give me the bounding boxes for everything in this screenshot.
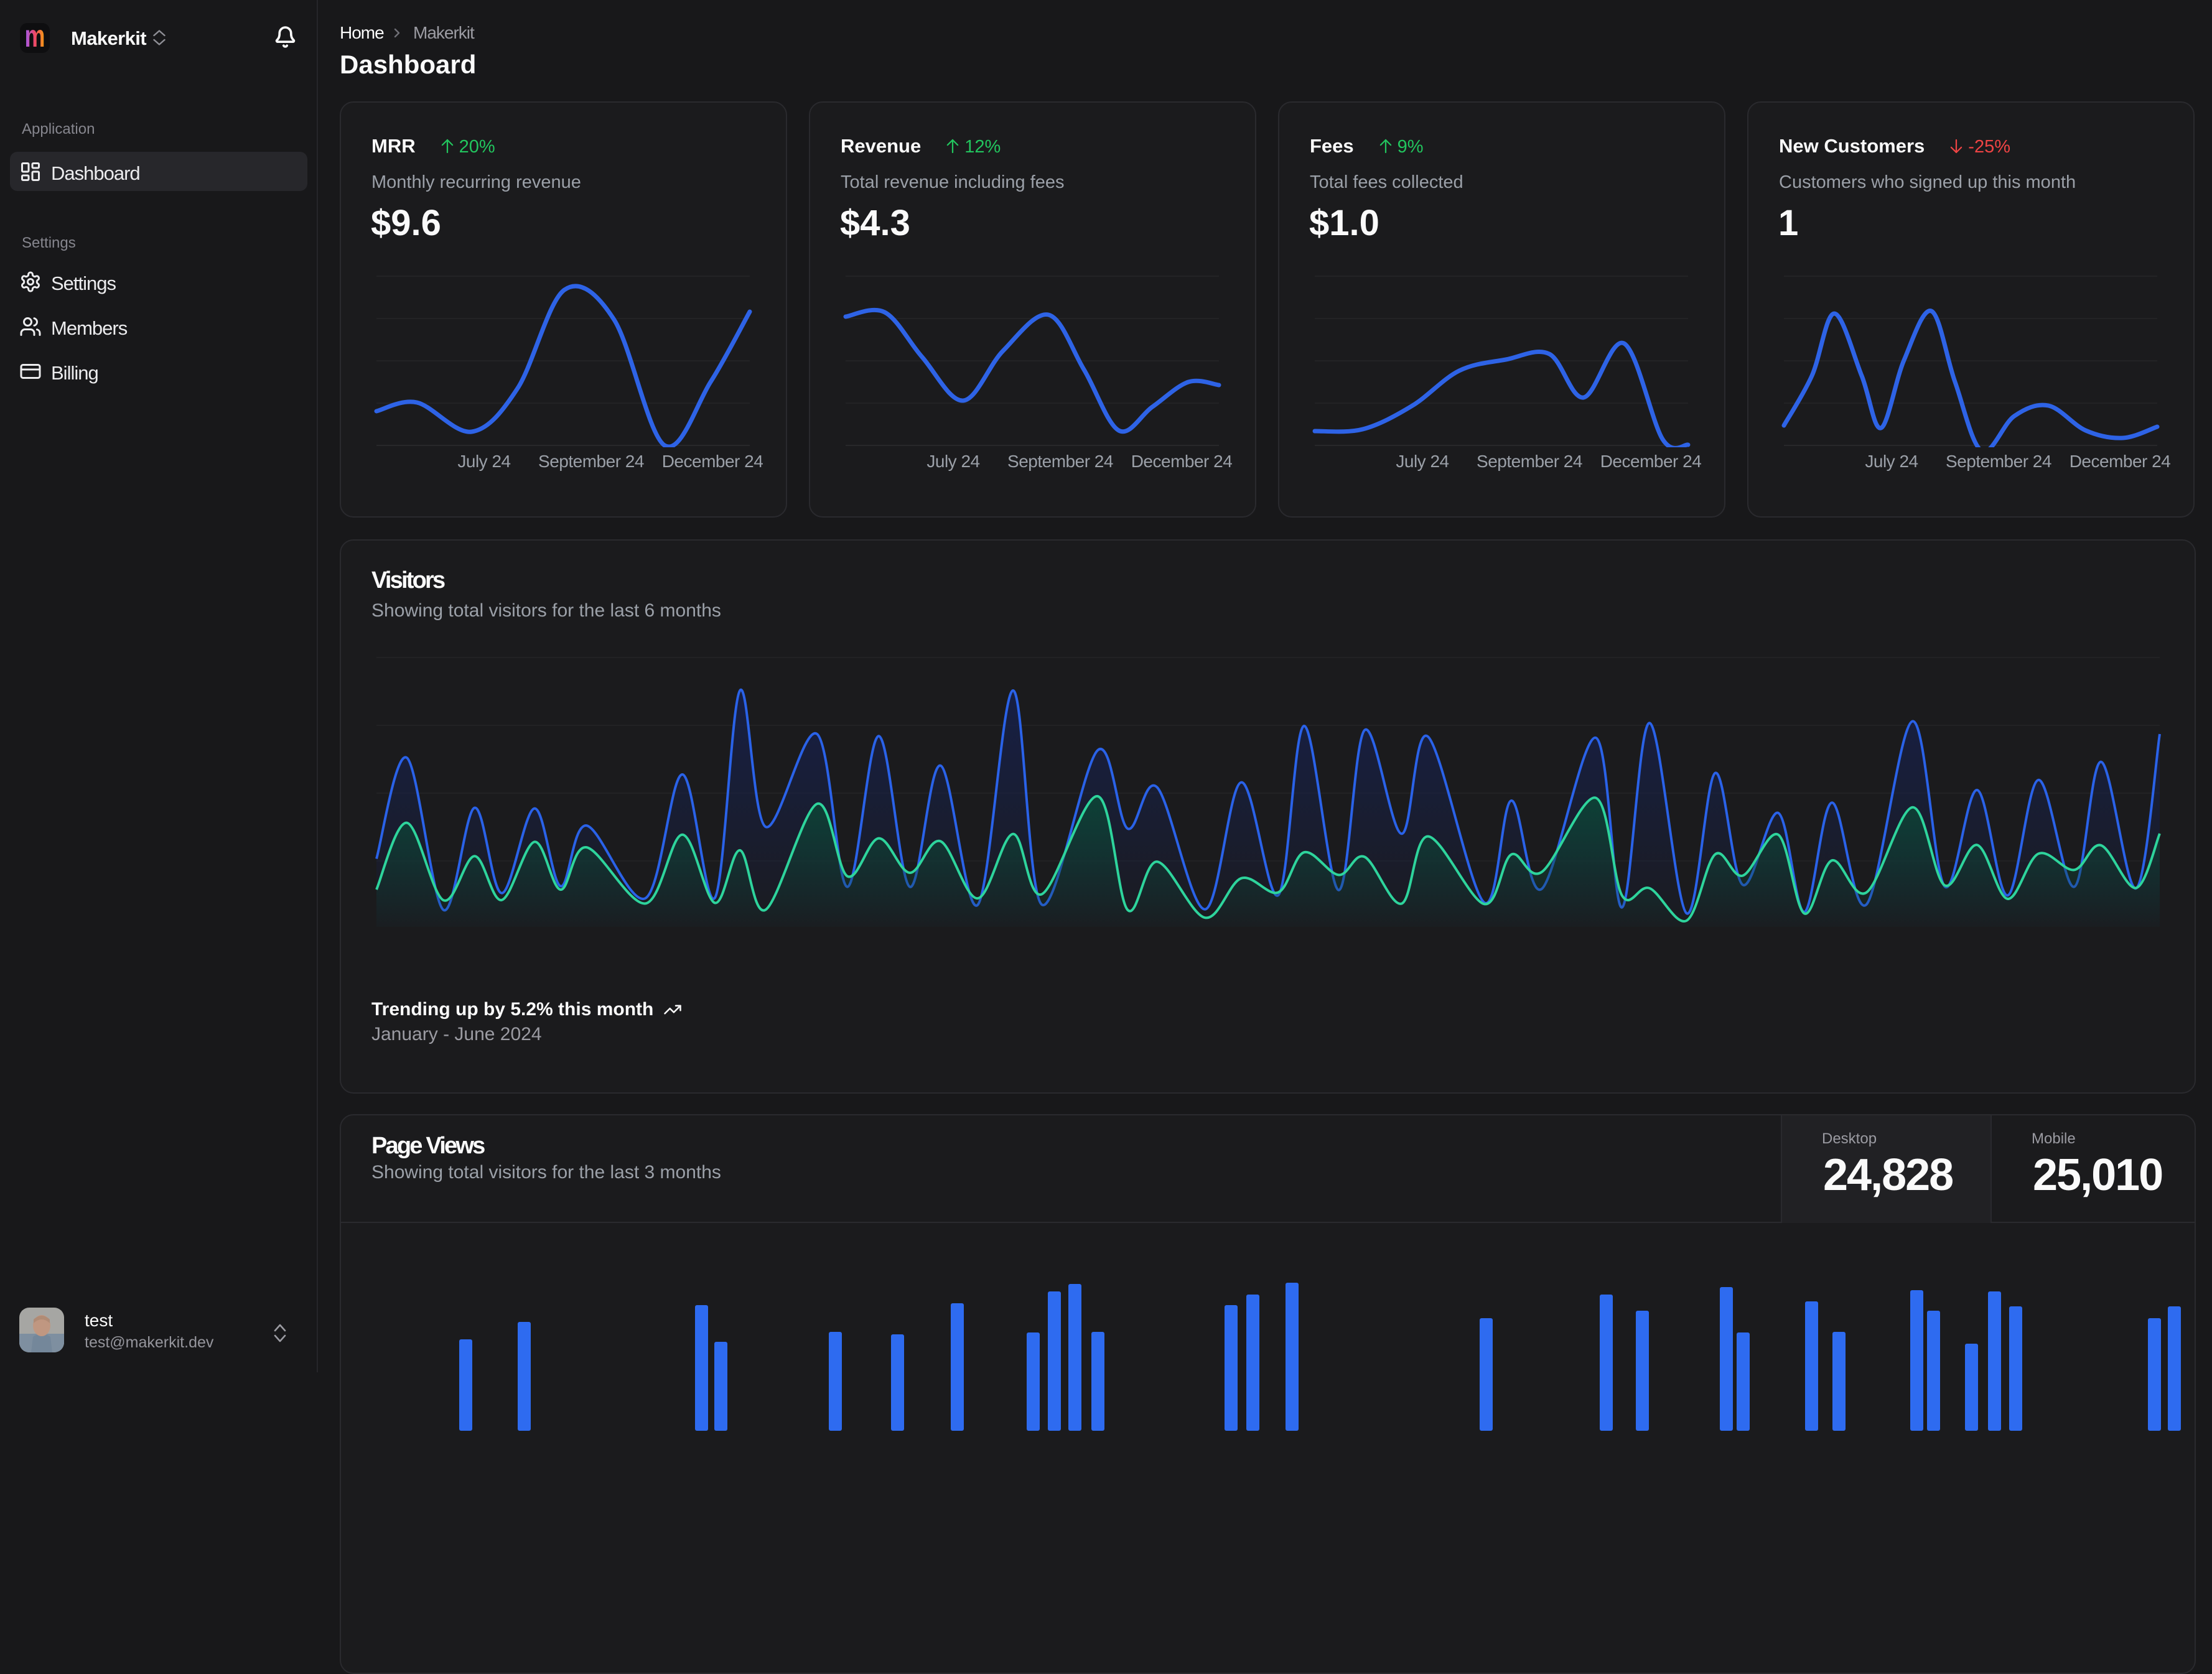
svg-text:m: m [25, 23, 45, 53]
